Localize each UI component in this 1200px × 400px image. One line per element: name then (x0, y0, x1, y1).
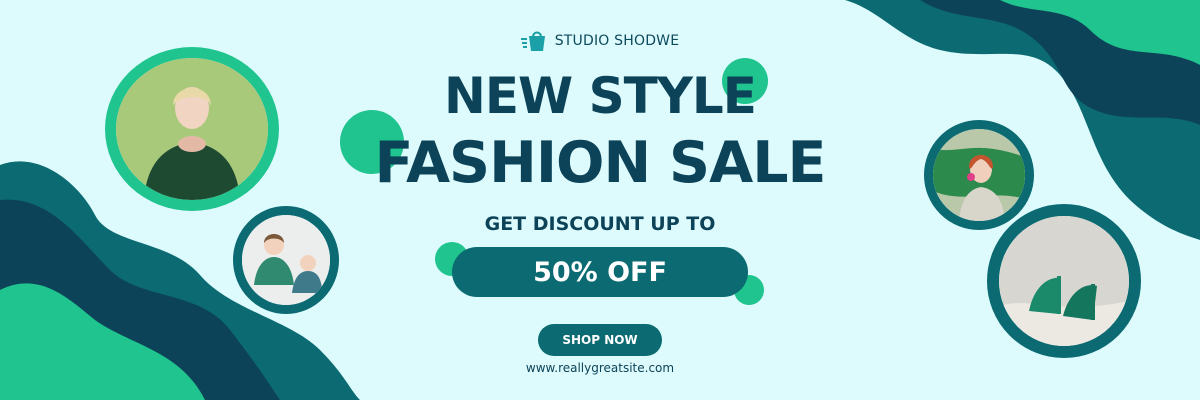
headline-line-1: NEW STYLE (444, 67, 757, 125)
headline-line-2: FASHION SALE (374, 130, 827, 196)
brand-name: STUDIO SHODWE (554, 33, 680, 49)
sale-banner: STUDIO SHODWE NEW STYLE FASHION SALE GET… (0, 0, 1200, 400)
shop-now-button[interactable]: SHOP NOW (538, 324, 662, 356)
brand-header: STUDIO SHODWE (0, 30, 1200, 52)
offer-subtitle: GET DISCOUNT UP TO (484, 213, 716, 235)
discount-badge: 50% OFF (452, 247, 748, 297)
shopping-bag-icon (520, 31, 545, 51)
discount-amount: 50% OFF (533, 256, 667, 288)
website-url[interactable]: www.reallygreatsite.com (0, 361, 1200, 375)
